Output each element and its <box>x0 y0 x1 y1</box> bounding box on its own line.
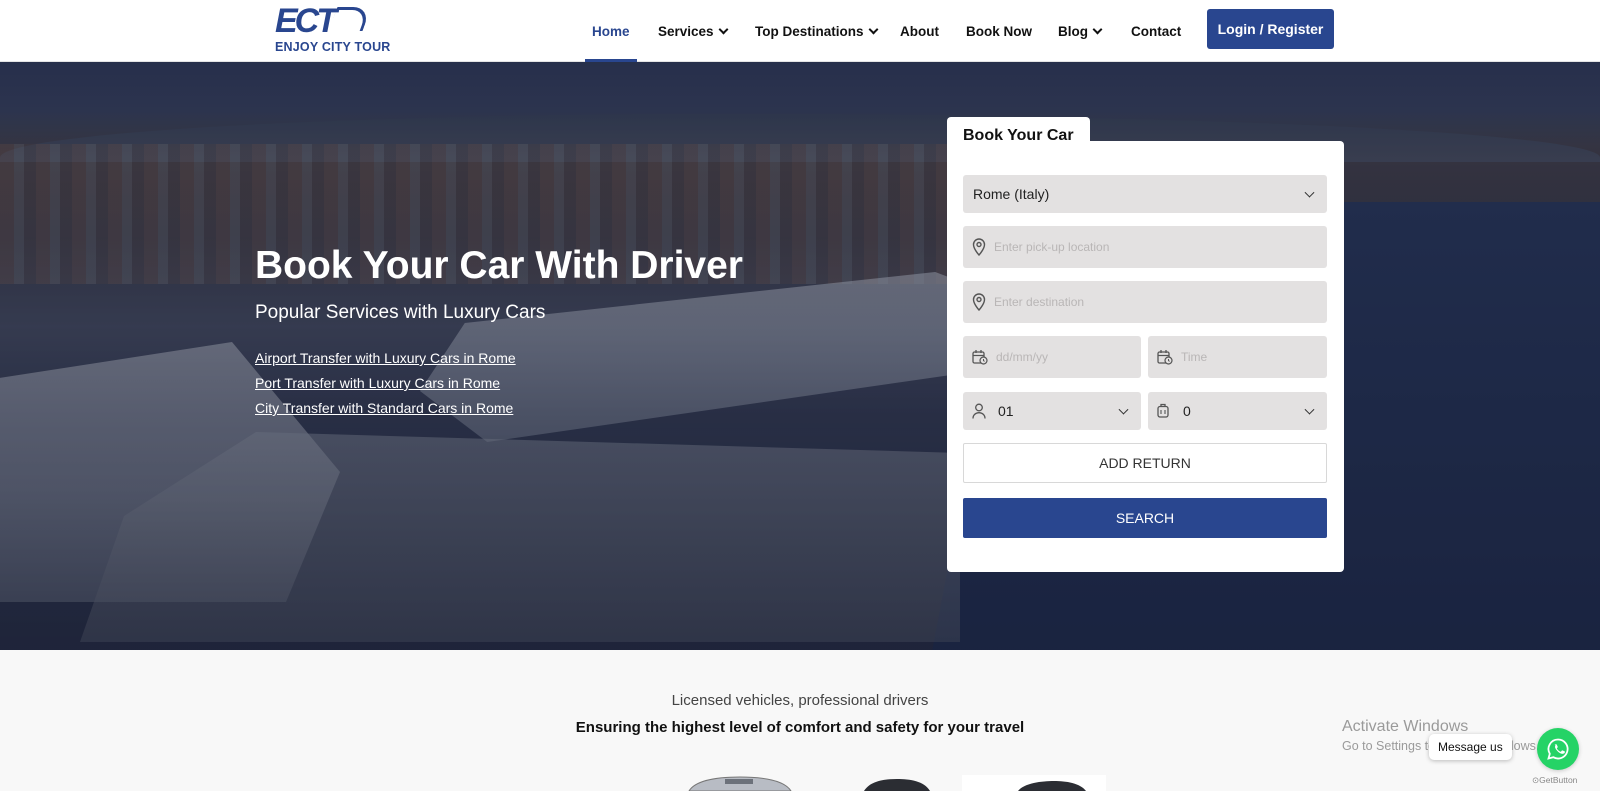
hero-section: Book Your Car With Driver Popular Servic… <box>0 62 1600 650</box>
calendar-clock-icon <box>1157 350 1173 365</box>
time-placeholder: Time <box>1181 350 1208 364</box>
nav-about-label: About <box>900 23 939 39</box>
location-pin-icon <box>972 293 986 311</box>
luggage-icon <box>1157 403 1169 418</box>
whatsapp-button[interactable] <box>1537 728 1579 770</box>
luggage-value: 0 <box>1183 403 1191 419</box>
chevron-down-icon <box>1304 404 1315 415</box>
car-image <box>1018 781 1086 791</box>
getbutton-label: GetButton <box>1539 775 1578 785</box>
pickup-location-input[interactable]: Enter pick-up location <box>963 226 1327 268</box>
car-image-card <box>962 775 1106 791</box>
passengers-value: 01 <box>998 403 1014 419</box>
nav-services-label: Services <box>658 23 714 39</box>
car-image <box>864 779 930 791</box>
getbutton-credit[interactable]: ⊙GetButton <box>1532 775 1577 786</box>
section-tagline: Licensed vehicles, professional drivers <box>671 692 929 709</box>
nav-book-now[interactable]: Book Now <box>966 0 1032 62</box>
nav-top-destinations[interactable]: Top Destinations <box>755 0 878 62</box>
hero-dark-overlay <box>0 62 1600 650</box>
chevron-down-icon <box>868 24 878 34</box>
date-input[interactable]: dd/mm/yy <box>963 336 1141 378</box>
time-input[interactable]: Time <box>1148 336 1327 378</box>
chevron-down-icon <box>1092 24 1103 34</box>
nav-contact-label: Contact <box>1131 23 1182 39</box>
nav-services[interactable]: Services <box>658 0 729 62</box>
site-logo[interactable]: ECT ENJOY CITY TOUR <box>275 4 391 55</box>
add-return-button[interactable]: ADD RETURN <box>963 443 1327 483</box>
calendar-clock-icon <box>972 350 988 365</box>
whatsapp-icon <box>1547 738 1569 760</box>
nav-about[interactable]: About <box>900 0 939 62</box>
search-button[interactable]: SEARCH <box>963 498 1327 538</box>
city-select[interactable]: Rome (Italy) <box>963 175 1327 213</box>
location-pin-icon <box>972 238 986 256</box>
person-icon <box>972 403 986 419</box>
link-city-transfer[interactable]: City Transfer with Standard Cars in Rome <box>255 400 513 416</box>
logo-text: ENJOY CITY TOUR <box>275 40 391 54</box>
link-airport-transfer[interactable]: Airport Transfer with Luxury Cars in Rom… <box>255 350 516 366</box>
destination-placeholder: Enter destination <box>994 295 1085 309</box>
passengers-select[interactable]: 01 <box>963 392 1141 430</box>
chevron-down-icon <box>718 24 729 34</box>
nav-top-destinations-label: Top Destinations <box>755 23 864 39</box>
chevron-down-icon <box>1118 404 1129 415</box>
nav-blog[interactable]: Blog <box>1058 0 1103 62</box>
city-select-value: Rome (Italy) <box>973 186 1050 202</box>
chevron-down-icon <box>1304 187 1315 198</box>
link-port-transfer[interactable]: Port Transfer with Luxury Cars in Rome <box>255 375 500 391</box>
nav-blog-label: Blog <box>1058 23 1088 39</box>
hero-subtitle: Popular Services with Luxury Cars <box>255 302 546 323</box>
pickup-placeholder: Enter pick-up location <box>994 240 1110 254</box>
car-image <box>688 776 792 791</box>
nav-contact[interactable]: Contact <box>1131 0 1181 62</box>
login-register-button[interactable]: Login / Register <box>1207 9 1334 49</box>
nav-book-now-label: Book Now <box>966 23 1032 39</box>
luggage-select[interactable]: 0 <box>1148 392 1327 430</box>
nav-home-label: Home <box>592 23 630 39</box>
nav-home[interactable]: Home <box>585 0 636 62</box>
hero-title: Book Your Car With Driver <box>255 244 743 287</box>
date-placeholder: dd/mm/yy <box>996 350 1049 364</box>
message-us-bubble[interactable]: Message us <box>1429 734 1512 760</box>
destination-input[interactable]: Enter destination <box>963 281 1327 323</box>
site-header: ECT ENJOY CITY TOUR Home Services Top De… <box>0 0 1600 62</box>
